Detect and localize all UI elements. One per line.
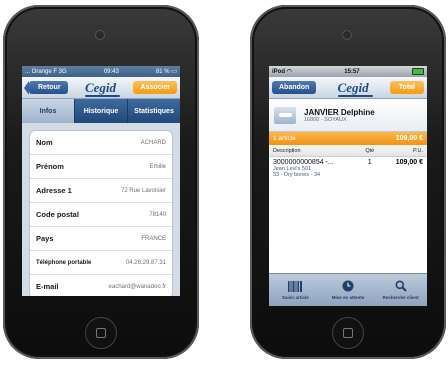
scan-article-button[interactable]: Saisir article — [269, 274, 322, 306]
field-label: E-mail — [36, 282, 59, 291]
tab-bar: Infos Historique Statistiques — [22, 99, 180, 123]
field-label: Prénom — [36, 162, 64, 171]
barcode-icon — [288, 280, 303, 292]
home-button[interactable] — [85, 317, 117, 349]
field-value: ACHARD — [140, 139, 166, 146]
field-label: Code postal — [36, 210, 79, 219]
field-row-email[interactable]: E-mail eachard@wanadoo.fr — [30, 275, 172, 296]
column-unit-price: P.U. — [413, 147, 423, 154]
phone-device-right: iPod ◠ 15:57 Abandon Cegid Total JANVIER… — [250, 5, 446, 359]
status-bar: ... Orange F 3G 09:43 81 % ▭ — [22, 66, 180, 77]
customer-name: JANVIER Delphine — [304, 107, 375, 117]
back-button[interactable]: Retour — [24, 81, 68, 95]
article-count: 1 article — [273, 135, 296, 142]
field-row-pays[interactable]: Pays FRANCE — [30, 227, 172, 251]
screen-left: ... Orange F 3G 09:43 81 % ▭ Retour Cegi… — [22, 66, 180, 296]
field-value: 78140 — [149, 211, 166, 218]
search-customer-button[interactable]: Recherche client — [374, 274, 427, 306]
field-value: Emilie — [149, 163, 166, 170]
cart-summary-bar: 1 article 109,00 € — [269, 132, 427, 145]
field-row-adresse[interactable]: Adresse 1 72 Rue Lavoisier — [30, 179, 172, 203]
customer-header[interactable]: JANVIER Delphine 16800 - SOYAUX — [269, 99, 427, 132]
status-bar: iPod ◠ 15:57 — [269, 66, 427, 77]
battery-label: 81 % ▭ — [155, 69, 177, 75]
field-row-prenom[interactable]: Prénom Emilie — [30, 155, 172, 179]
camera-icon — [95, 30, 105, 40]
battery-icon — [411, 68, 424, 75]
customer-card-icon — [274, 106, 296, 124]
toolbar-label: Mise en attente — [331, 295, 365, 300]
column-description: Description — [273, 147, 301, 154]
field-row-telephone[interactable]: Téléphone portable 04.26.29.87.31 — [30, 251, 172, 275]
tab-statistiques[interactable]: Statistiques — [128, 99, 180, 123]
tab-infos[interactable]: Infos — [22, 99, 75, 123]
field-value: 72 Rue Lavoisier — [120, 187, 166, 194]
item-detail: 33 - Dry bones - 34 — [273, 172, 321, 178]
navigation-bar: Retour Cegid Associer — [22, 77, 180, 99]
abandon-button[interactable]: Abandon — [272, 81, 317, 94]
cegid-logo: Cegid — [337, 79, 373, 97]
table-row[interactable]: 3000000000854 -... Jean Levi's 501 33 - … — [269, 157, 427, 180]
toolbar-label: Saisir article — [281, 294, 309, 300]
toolbar-label: Recherche client — [382, 295, 419, 300]
hold-button[interactable]: Mise en attente — [322, 274, 375, 306]
table-header: Description Qté P.U. — [269, 145, 427, 157]
field-label: Pays — [36, 234, 54, 243]
cart-total: 109,00 € — [395, 135, 423, 142]
field-value: 04.26.29.87.31 — [125, 259, 166, 266]
customer-city: 16800 - SOYAUX — [304, 116, 347, 123]
associate-button[interactable]: Associer — [133, 81, 177, 94]
time-label: 15:57 — [344, 68, 360, 75]
field-label: Nom — [36, 138, 53, 147]
phone-device-left: ... Orange F 3G 09:43 81 % ▭ Retour Cegi… — [3, 5, 199, 359]
navigation-bar: Abandon Cegid Total — [269, 77, 427, 99]
field-label: Adresse 1 — [36, 186, 72, 195]
details-card: Nom ACHARD Prénom Emilie Adresse 1 72 Ru… — [29, 130, 173, 296]
home-button[interactable] — [332, 317, 364, 349]
search-icon — [395, 280, 407, 292]
time-label: 09:43 — [103, 68, 119, 75]
bottom-toolbar: Saisir article Mise en attente Recherche… — [269, 273, 427, 306]
clock-icon — [342, 280, 354, 292]
item-code: 3000000000854 -... — [273, 159, 334, 166]
field-value: eachard@wanadoo.fr — [108, 283, 166, 290]
details-content: Nom ACHARD Prénom Emilie Adresse 1 72 Ru… — [22, 123, 180, 296]
total-button[interactable]: Total — [389, 81, 424, 94]
camera-icon — [342, 30, 352, 40]
device-label: iPod ◠ — [272, 69, 292, 75]
cegid-logo: Cegid — [84, 79, 121, 97]
field-label: Téléphone portable — [36, 259, 92, 266]
tab-historique[interactable]: Historique — [75, 99, 128, 123]
field-row-code-postal[interactable]: Code postal 78140 — [30, 203, 172, 227]
item-qty: 1 — [367, 159, 372, 166]
column-qty: Qté — [365, 147, 375, 154]
carrier-label: ... Orange F 3G — [25, 68, 67, 75]
screen-right: iPod ◠ 15:57 Abandon Cegid Total JANVIER… — [269, 66, 427, 306]
item-price: 109,00 € — [395, 159, 423, 166]
field-value: FRANCE — [141, 235, 166, 242]
field-row-nom[interactable]: Nom ACHARD — [30, 131, 172, 155]
